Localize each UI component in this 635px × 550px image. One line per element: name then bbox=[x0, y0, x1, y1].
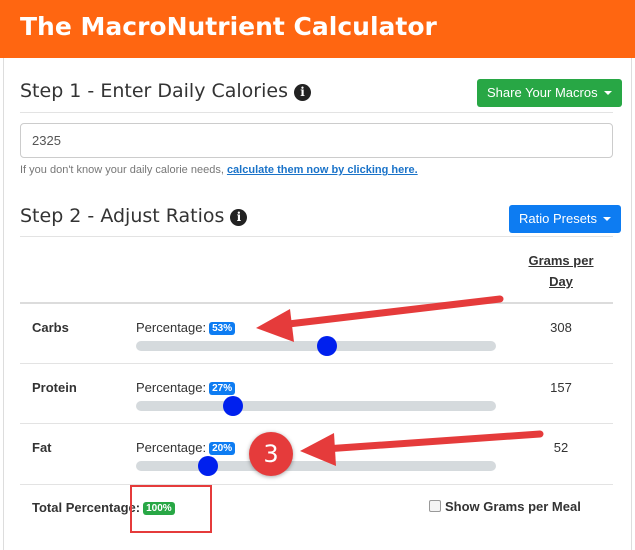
arrow-to-carbs-badge bbox=[256, 295, 504, 342]
annotation-step-number: 3 bbox=[249, 432, 293, 476]
annotation-highlight-box bbox=[130, 485, 212, 533]
arrow-to-fat-badge bbox=[300, 430, 544, 466]
annotation-arrows bbox=[256, 295, 544, 466]
